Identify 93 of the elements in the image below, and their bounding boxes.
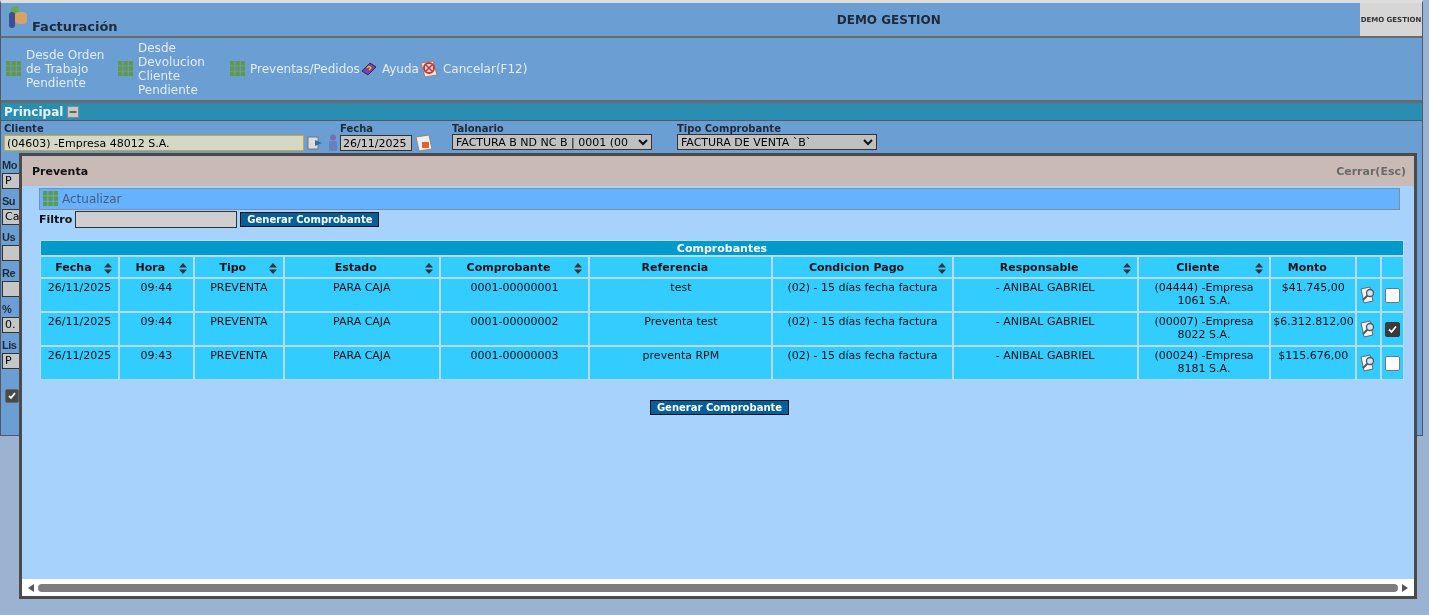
checkmark-icon (1386, 323, 1398, 335)
table-cell: 26/11/2025 (40, 312, 119, 346)
horizontal-scrollbar[interactable] (22, 579, 1414, 596)
table-cell: $41.745,00 (1270, 278, 1357, 312)
table-cell: 09:43 (118, 346, 194, 380)
row-checkbox[interactable] (1384, 355, 1400, 371)
dialog-title: Preventa (32, 164, 89, 178)
row-checkbox[interactable] (1384, 321, 1400, 337)
column-header[interactable]: Hora (118, 256, 194, 278)
section-title: Principal (4, 104, 64, 119)
card-arrow-icon (306, 134, 324, 152)
table-cell: (02) - 15 días fecha factura (772, 312, 953, 346)
table-cell: $115.676,00 (1270, 346, 1357, 380)
table-cell: 09:44 (118, 278, 194, 312)
table-cell: (02) - 15 días fecha factura (772, 278, 953, 312)
column-header[interactable]: Responsable (952, 256, 1138, 278)
date-field[interactable]: 26/11/2025 (340, 135, 412, 151)
table-cell: 09:44 (118, 312, 194, 346)
column-header[interactable]: Fecha (40, 256, 119, 278)
field-label: Us (2, 231, 17, 243)
app-title: Facturación (32, 18, 118, 34)
field-label: Fecha (340, 123, 374, 134)
table-cell: - ANIBAL GABRIEL (952, 312, 1138, 346)
person-icon (326, 134, 340, 152)
field-label: Su (2, 195, 17, 207)
table-cell: (00024) -Empresa 8181 S.A. (1137, 346, 1271, 380)
table-cell: 26/11/2025 (40, 278, 119, 312)
table-cell: - ANIBAL GABRIEL (952, 346, 1138, 380)
column-header[interactable]: Cliente (1137, 256, 1271, 278)
filter-field[interactable] (75, 211, 238, 228)
checkmark-icon (7, 391, 17, 401)
field-label: Mo (2, 159, 18, 171)
scroll-right-icon[interactable] (1402, 583, 1408, 592)
sort-icon (424, 263, 433, 274)
field-label: Lis (2, 339, 18, 351)
column-header[interactable]: Comprobante (439, 256, 590, 278)
table-cell: $6.312.812,00 (1270, 312, 1357, 346)
sort-icon (178, 263, 187, 274)
sort-icon (937, 263, 946, 274)
column-header[interactable]: Condicion Pago (772, 256, 953, 278)
field-label: Tipo Comprobante (677, 123, 782, 134)
table-cell: PREVENTA (193, 278, 284, 312)
sort-icon (1122, 263, 1131, 274)
field-label: Talonario (452, 123, 505, 134)
grid-icon (43, 191, 59, 207)
table-cell: PREVENTA (193, 312, 284, 346)
chevron-down-icon (863, 138, 873, 146)
grid-icon (118, 61, 134, 77)
column-header[interactable]: Referencia (589, 256, 773, 278)
table-cell: test (589, 278, 773, 312)
dropdown-field[interactable]: FACTURA B ND NC B | 0001 (00 (452, 134, 652, 150)
table-cell: (00007) -Empresa 8022 S.A. (1137, 312, 1271, 346)
table-cell: - ANIBAL GABRIEL (952, 278, 1138, 312)
table-cell: (02) - 15 días fecha factura (772, 346, 953, 380)
table-cell: 26/11/2025 (40, 346, 119, 380)
table-caption: Comprobantes (40, 240, 1404, 256)
column-header[interactable]: Tipo (193, 256, 284, 278)
grid-icon (230, 61, 246, 77)
sort-icon (268, 263, 277, 274)
company-name: DEMO GESTION (836, 12, 941, 27)
checkbox[interactable] (5, 389, 19, 403)
field-label: Re (2, 267, 17, 279)
table-cell: PARA CAJA (283, 312, 440, 346)
scroll-left-icon[interactable] (28, 583, 34, 592)
sort-icon (1255, 263, 1264, 274)
sort-icon (103, 263, 112, 274)
table-cell: Preventa test (589, 312, 773, 346)
table-cell: 0001-00000003 (439, 346, 590, 380)
table-cell: PARA CAJA (283, 278, 440, 312)
dropdown-field[interactable]: FACTURA DE VENTA `B` (677, 134, 877, 150)
table-cell: PARA CAJA (283, 346, 440, 380)
book-icon (359, 61, 378, 77)
field-label: Cliente (4, 123, 45, 134)
grid-icon (6, 61, 22, 77)
column-header[interactable]: Monto (1270, 256, 1357, 278)
table-cell: 0001-00000002 (439, 312, 590, 346)
collapse-icon[interactable] (67, 105, 80, 118)
generate-button[interactable]: Generar Comprobante (240, 212, 380, 227)
generate-button[interactable]: Generar Comprobante (649, 400, 790, 415)
sort-icon (574, 263, 583, 274)
client-field[interactable]: (04603) -Empresa 48012 S.A. (4, 135, 304, 151)
table-cell: PREVENTA (193, 346, 284, 380)
table-cell: (04444) -Empresa 1061 S.A. (1137, 278, 1271, 312)
app-logo-icon (7, 3, 29, 30)
table-cell: 0001-00000001 (439, 278, 590, 312)
table-cell: preventa RPM (589, 346, 773, 380)
calendar-icon (414, 134, 434, 152)
field-label: % (2, 303, 13, 315)
row-checkbox[interactable] (1384, 287, 1400, 303)
column-header[interactable]: Estado (283, 256, 440, 278)
filter-label: Filtro (39, 213, 73, 226)
cancel-icon (418, 59, 439, 79)
chevron-down-icon (638, 138, 648, 146)
